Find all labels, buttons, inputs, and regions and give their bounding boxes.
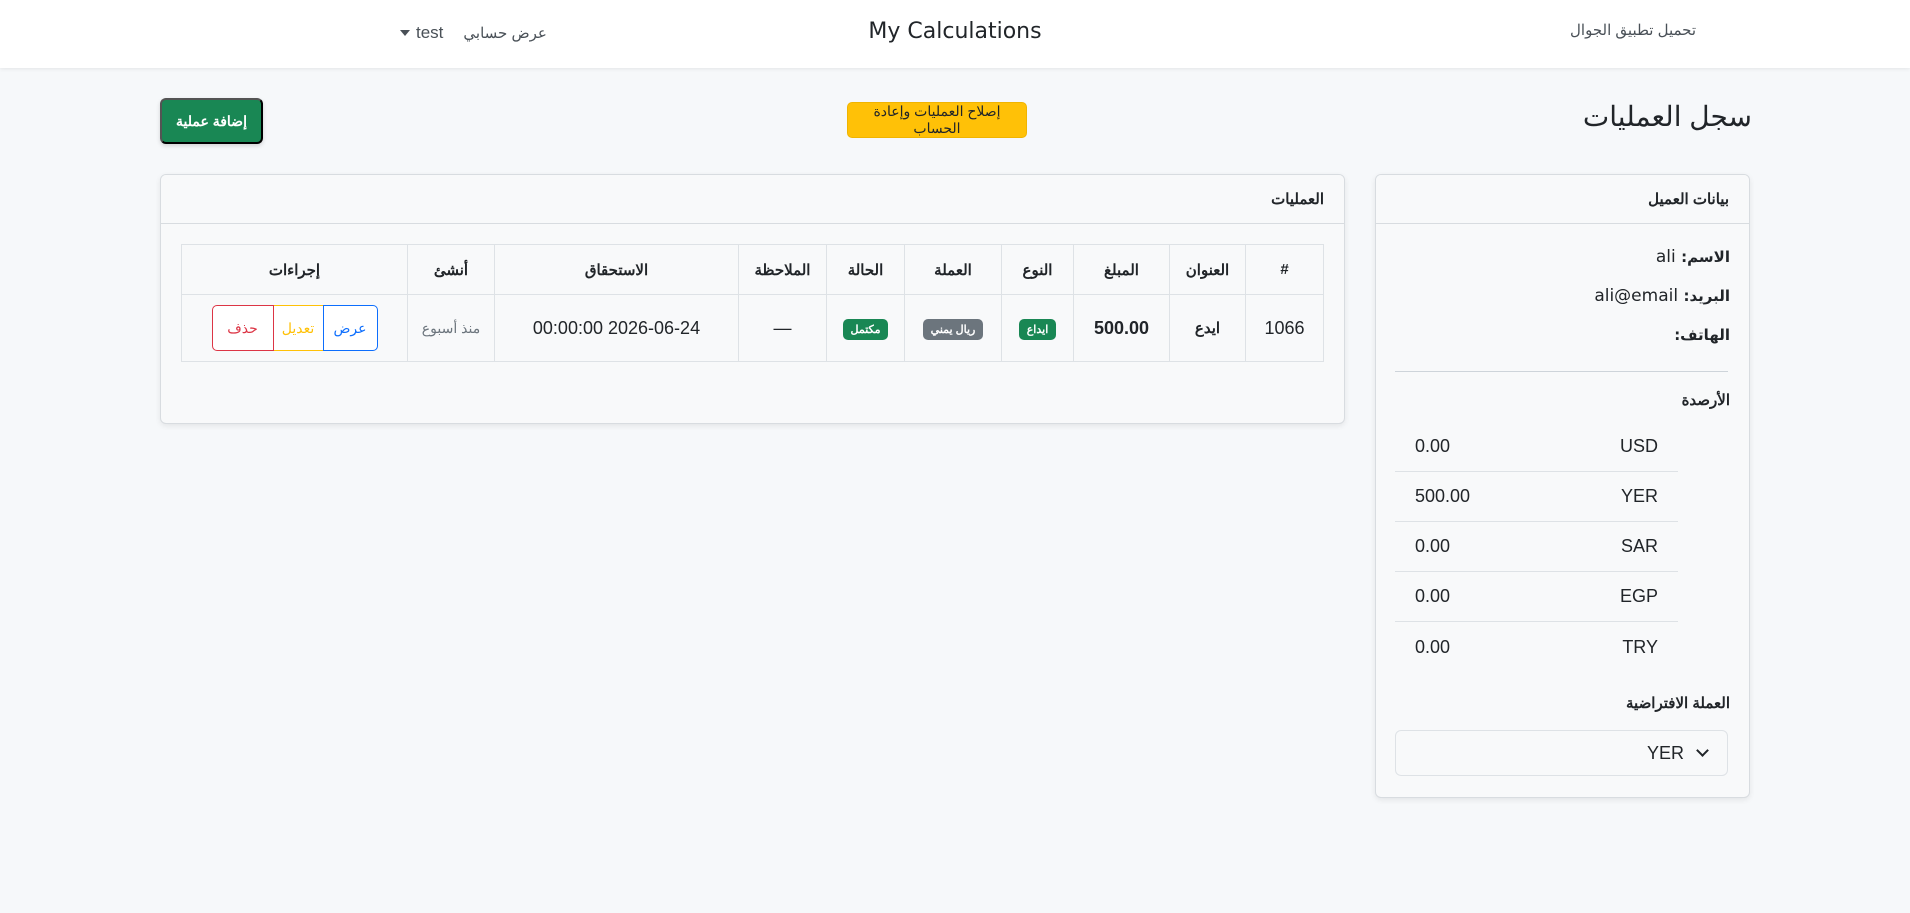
user-name[interactable]: test — [416, 23, 443, 43]
balance-row: 0.00 SAR — [1395, 522, 1678, 572]
col-id: # — [1245, 244, 1324, 295]
balance-row: 0.00 USD — [1395, 422, 1678, 472]
balances-list: 0.00 USD 500.00 YER 0.00 SAR 0.00 EGP 0.… — [1395, 422, 1678, 672]
dropdown-caret-icon — [400, 30, 410, 36]
row-id: 1066 — [1245, 294, 1324, 362]
row-note: — — [738, 294, 827, 362]
name-value: ali — [1655, 247, 1676, 267]
col-actions: إجراءات — [181, 244, 408, 295]
delete-button[interactable]: حذف — [211, 305, 274, 351]
fix-operations-button[interactable]: إصلاح العمليات وإعادة الحساب — [847, 102, 1027, 138]
client-name: الاسم: ali — [1656, 247, 1730, 267]
balance-amount: 0.00 — [1415, 436, 1451, 456]
client-email: البريد: ali@email — [1594, 286, 1730, 306]
status-badge: مكتمل — [842, 318, 889, 340]
balance-amount: 0.00 — [1415, 586, 1451, 606]
name-label: الاسم: — [1681, 248, 1730, 266]
operations-card-header: العمليات — [161, 175, 1344, 224]
row-type-cell: ايداع — [1001, 294, 1074, 362]
row-actions: عرض تعديل حذف — [211, 305, 378, 351]
balance-amount: 500.00 — [1415, 486, 1471, 506]
default-currency-title: العملة الافتراضية — [1626, 695, 1730, 712]
mobile-app-link[interactable]: تحميل تطبيق الجوال — [1570, 21, 1696, 39]
client-card-header: بيانات العميل — [1376, 175, 1749, 224]
row-amount: 500.00 — [1073, 294, 1170, 362]
view-button[interactable]: عرض — [322, 305, 378, 351]
top-navbar: test عرض حسابي My Calculations تحميل تطب… — [0, 0, 1910, 68]
row-actions-cell: عرض تعديل حذف — [181, 294, 408, 362]
col-currency: العملة — [904, 244, 1002, 295]
phone-label: الهاتف: — [1674, 326, 1730, 344]
add-operation-button[interactable]: إضافة عملية — [160, 98, 263, 144]
operations-card: العمليات # العنوان المبلغ النوع العملة ا… — [160, 174, 1345, 424]
account-link[interactable]: عرض حسابي — [463, 24, 546, 42]
table-row: 1066 ايدع 500.00 ايداع ريال يمني مكتمل —… — [181, 294, 1324, 362]
user-menu[interactable]: test عرض حسابي — [400, 20, 547, 46]
row-created: منذ أسبوع — [407, 294, 495, 362]
col-due: الاستحقاق — [494, 244, 739, 295]
client-divider — [1395, 371, 1728, 372]
col-amount: المبلغ — [1073, 244, 1170, 295]
row-status-cell: مكتمل — [826, 294, 905, 362]
balance-amount: 0.00 — [1415, 636, 1451, 657]
balance-row: 0.00 EGP — [1395, 572, 1678, 622]
default-currency-select[interactable]: YER — [1395, 730, 1728, 776]
col-type: النوع — [1001, 244, 1074, 295]
balance-row: 0.00 TRY — [1395, 622, 1678, 672]
type-badge: ايداع — [1018, 318, 1057, 340]
page-title: سجل العمليات — [1582, 101, 1752, 132]
balance-currency: USD — [1619, 436, 1658, 456]
chevron-down-icon — [1696, 744, 1709, 757]
row-title: ايدع — [1169, 294, 1246, 362]
col-title: العنوان — [1169, 244, 1246, 295]
balance-currency: TRY — [1622, 636, 1658, 657]
brand-link[interactable]: My Calculations — [868, 19, 1041, 44]
row-currency-cell: ريال يمني — [904, 294, 1002, 362]
default-currency-value: YER — [1646, 742, 1684, 763]
table-header-row: # العنوان المبلغ النوع العملة الحالة الم… — [181, 244, 1324, 295]
balance-amount: 0.00 — [1415, 536, 1451, 556]
email-value: ali@email — [1594, 286, 1679, 306]
balance-currency: EGP — [1619, 586, 1658, 606]
col-note: الملاحظة — [738, 244, 827, 295]
col-status: الحالة — [826, 244, 905, 295]
client-phone: الهاتف: — [1674, 325, 1730, 345]
operations-table: # العنوان المبلغ النوع العملة الحالة الم… — [181, 244, 1324, 362]
email-label: البريد: — [1683, 287, 1730, 305]
row-due: 2026-06-24 00:00:00 — [494, 294, 739, 362]
balance-row: 500.00 YER — [1395, 472, 1678, 522]
balances-title: الأرصدة — [1681, 392, 1730, 409]
edit-button[interactable]: تعديل — [273, 305, 323, 351]
currency-badge: ريال يمني — [922, 318, 984, 340]
balance-currency: SAR — [1620, 536, 1658, 556]
col-created: أنشئ — [407, 244, 495, 295]
balance-currency: YER — [1620, 486, 1658, 506]
